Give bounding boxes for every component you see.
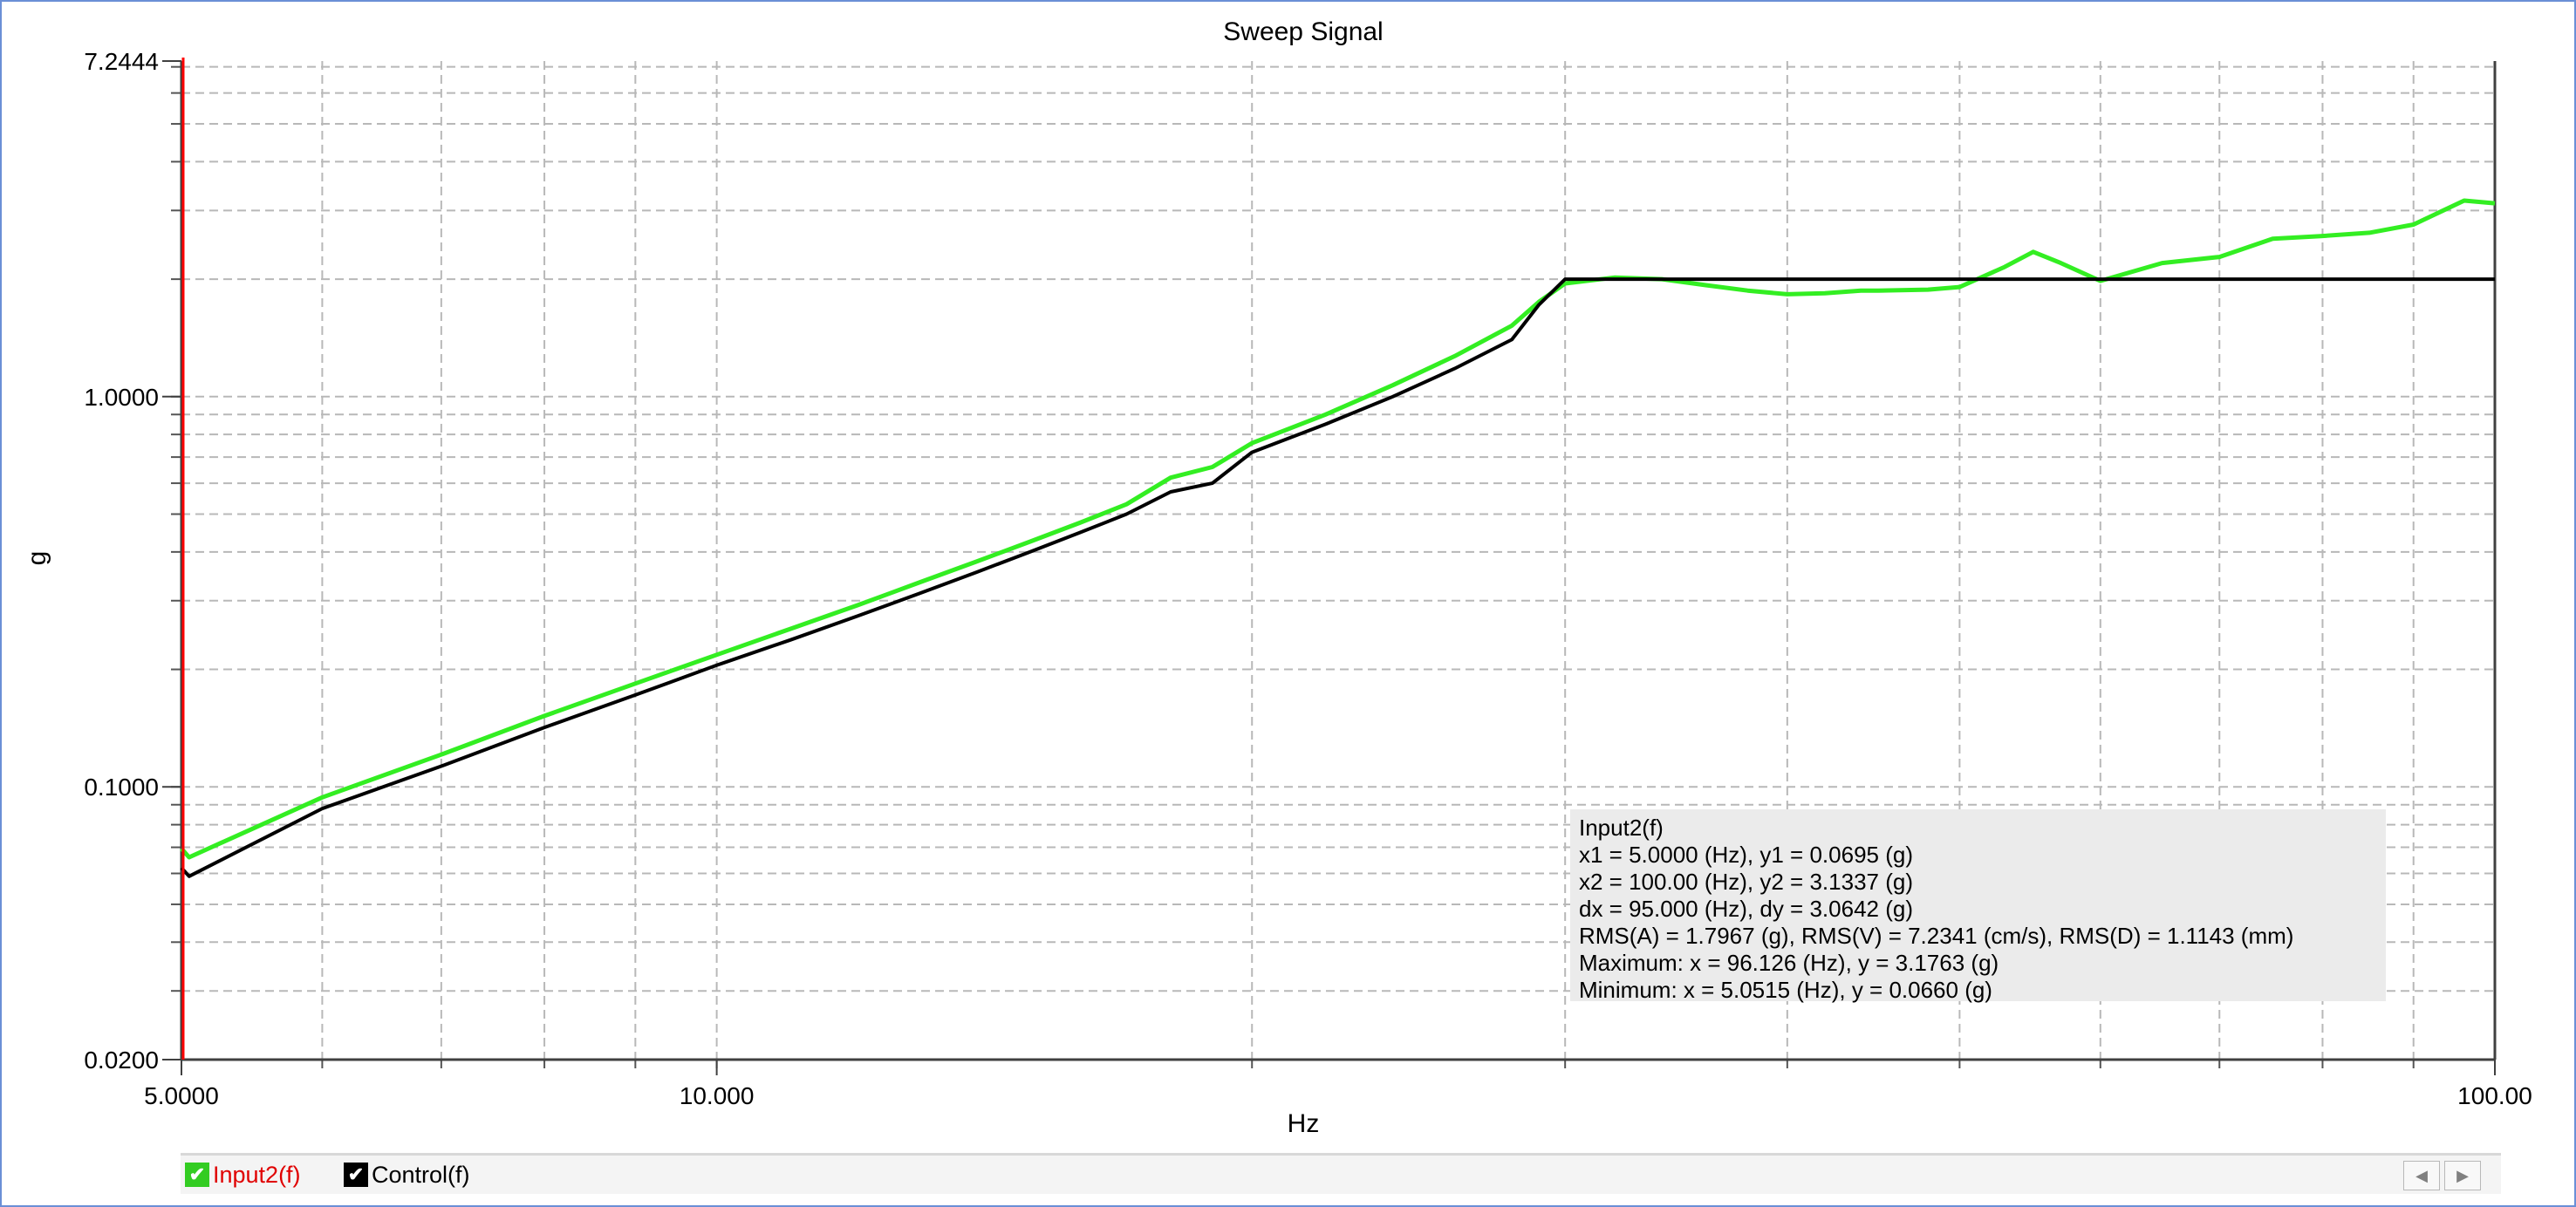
annotation-line: Input2(f)	[1579, 815, 1664, 841]
y-tick-label: 0.1000	[84, 774, 159, 801]
annotation-line: x1 = 5.0000 (Hz), y1 = 0.0695 (g)	[1579, 842, 1913, 868]
legend-label-input2: Input2(f)	[213, 1161, 301, 1188]
chevron-right-icon: ▶	[2456, 1166, 2469, 1184]
y-axis-label: g	[23, 551, 51, 566]
y-tick-label: 0.0200	[84, 1047, 159, 1074]
legend-item-control[interactable]: ✔ Control(f)	[344, 1161, 470, 1189]
annotation-line: Maximum: x = 96.126 (Hz), y = 3.1763 (g)	[1579, 950, 1999, 976]
annotation-line: dx = 95.000 (Hz), dy = 3.0642 (g)	[1579, 896, 1913, 922]
sweep-chart: Sweep Signal Hz g 7.2444 1.0000 0.1000 0.0200 5…	[23, 17, 2532, 1138]
x-tick-label: 100.00	[2457, 1082, 2532, 1109]
annotation-line: Minimum: x = 5.0515 (Hz), y = 0.0660 (g)	[1579, 977, 1992, 1003]
legend-item-input2[interactable]: ✔ Input2(f)	[185, 1161, 301, 1189]
scroll-right-button[interactable]: ▶	[2444, 1161, 2481, 1190]
x-axis-label: Hz	[1288, 1109, 1320, 1138]
x-tick-label: 5.0000	[144, 1082, 219, 1109]
chevron-left-icon: ◀	[2415, 1166, 2428, 1184]
scroll-left-button[interactable]: ◀	[2403, 1161, 2440, 1190]
y-tick-label: 7.2444	[84, 48, 159, 75]
legend-bar: ✔ Input2(f) ✔ Control(f) ◀ ▶	[181, 1153, 2501, 1194]
legend-checkbox-control[interactable]: ✔	[344, 1163, 368, 1187]
chart-title: Sweep Signal	[1223, 17, 1383, 46]
legend-checkbox-input2[interactable]: ✔	[185, 1163, 209, 1187]
annotation-line: x2 = 100.00 (Hz), y2 = 3.1337 (g)	[1579, 869, 1913, 895]
legend-label-control: Control(f)	[372, 1161, 470, 1188]
annotation-line: RMS(A) = 1.7967 (g), RMS(V) = 7.2341 (cm…	[1579, 923, 2293, 949]
y-tick-label: 1.0000	[84, 384, 159, 411]
x-tick-label: 10.000	[680, 1082, 755, 1109]
